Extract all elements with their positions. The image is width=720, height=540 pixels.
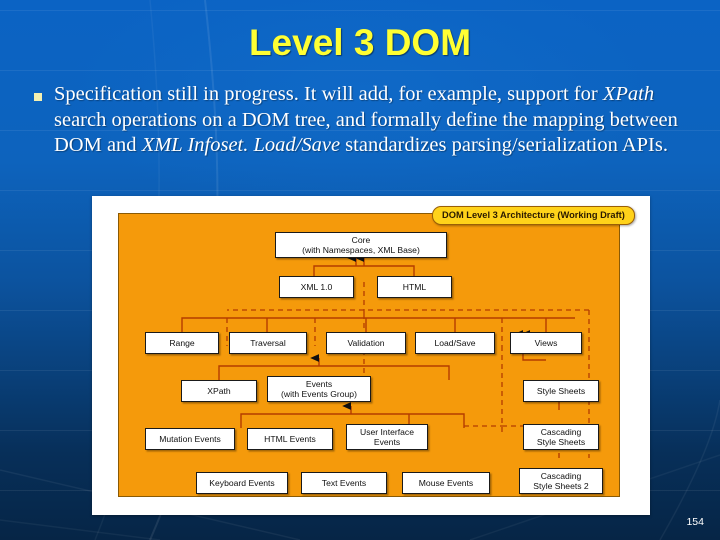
node-label: HTML Events [264,434,316,444]
node-label-line2: (with Namespaces, XML Base) [302,245,420,255]
diagram-node-stylesheets: Style Sheets [523,380,599,402]
node-label: Traversal [250,338,286,348]
node-label: Style Sheets [536,386,586,396]
node-label: XML 1.0 [300,282,333,292]
node-label: Text Events [321,478,367,488]
body-bullet-block: Specification still in progress. It will… [26,82,706,159]
diagram-node-events: Events (with Events Group) [267,376,371,402]
diagram-node-loadsave: Load/Save [415,332,495,354]
body-text-italic: Load/Save [253,134,341,156]
diagram-node-mutation-events: Mutation Events [145,428,235,450]
diagram-node-range: Range [145,332,219,354]
diagram-node-traversal: Traversal [229,332,307,354]
node-label-line1: Core [351,235,371,245]
diagram-node-xpath: XPath [181,380,257,402]
diagram-node-validation: Validation [326,332,406,354]
diagram-node-text-events: Text Events [301,472,387,494]
diagram-panel: DOM Level 3 Architecture (Working Draft) [118,206,635,497]
diagram-node-mouse-events: Mouse Events [402,472,490,494]
diagram-node-html-events: HTML Events [247,428,333,450]
node-label: Keyboard Events [209,478,275,488]
node-label: Range [169,338,195,348]
body-text-italic: XML Infoset. [141,134,249,156]
node-label: Mutation Events [159,434,221,444]
node-label-line2: Style Sheets 2 [533,481,589,491]
diagram-node-cascading-style-sheets: Cascading Style Sheets [523,424,599,450]
node-label-line1: Cascading [540,471,582,481]
diagram-node-xml10: XML 1.0 [279,276,354,298]
body-text-italic: XPath [602,83,655,105]
node-label: HTML [402,282,427,292]
node-label-line2: Style Sheets [536,437,586,447]
node-label-line1: Events [305,379,333,389]
node-label: Validation [347,338,385,348]
node-label-line1: Cascading [540,427,582,437]
node-label: Load/Save [434,338,476,348]
diagram-node-views: Views [510,332,582,354]
diagram-title-badge: DOM Level 3 Architecture (Working Draft) [432,206,635,225]
diagram-node-core: Core (with Namespaces, XML Base) [275,232,447,258]
node-label: Views [534,338,558,348]
page-number: 154 [686,516,704,528]
slide-canvas: Level 3 DOM Specification still in progr… [0,0,720,540]
diagram-node-cascading-style-sheets-2: Cascading Style Sheets 2 [519,468,603,494]
diagram-node-ui-events: User Interface Events [346,424,428,450]
square-bullet-icon [34,93,42,101]
node-label-line2: (with Events Group) [281,389,357,399]
body-text-plain: Specification still in progress. It will… [54,83,603,105]
diagram-image-frame: DOM Level 3 Architecture (Working Draft) [92,196,650,515]
diagram-node-html: HTML [377,276,452,298]
body-text-plain: standardizes parsing/serialization APIs. [340,134,668,156]
page-title: Level 3 DOM [248,22,472,63]
node-label-line2: Events [373,437,401,447]
node-label: XPath [207,386,231,396]
body-paragraph: Specification still in progress. It will… [54,82,706,159]
node-label-line1: User Interface [360,427,414,437]
diagram-node-keyboard-events: Keyboard Events [196,472,288,494]
node-label: Mouse Events [418,478,474,488]
